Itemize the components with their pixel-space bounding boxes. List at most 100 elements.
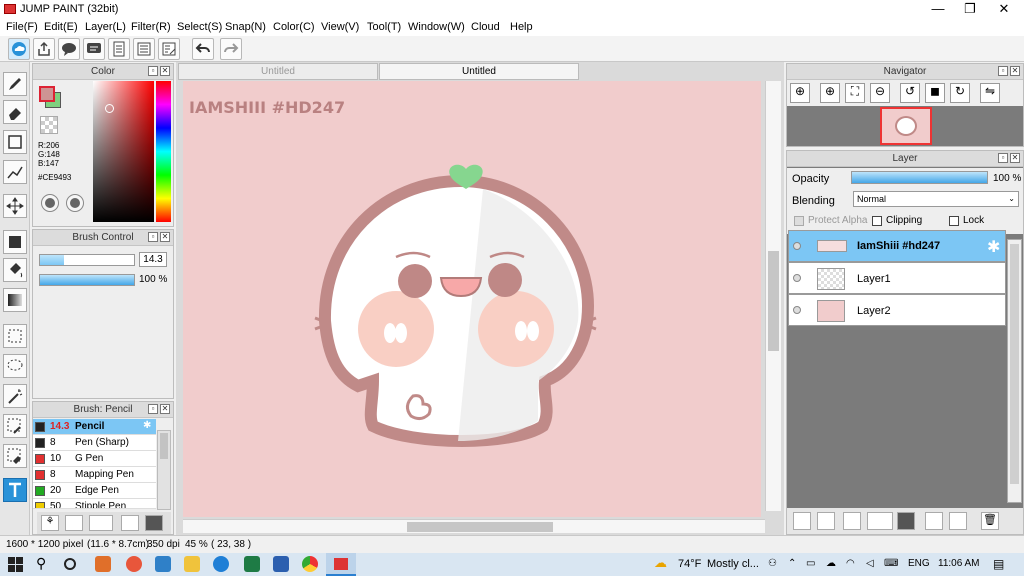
vertical-scrollbar-thumb[interactable] [768,251,779,351]
cloud-button[interactable] [8,38,30,60]
task-view-icon[interactable] [64,558,76,570]
brush-item-pen-sharp[interactable]: 8 Pen (Sharp) [33,435,156,451]
move-tool[interactable] [3,194,27,218]
rotate-left-icon[interactable]: ↺ [900,83,920,103]
menu-cloud[interactable]: Cloud [471,21,500,33]
close-icon[interactable]: ✕ [160,232,170,242]
menu-view[interactable]: View(V) [321,21,359,33]
list-button[interactable] [133,38,155,60]
text-tool[interactable] [3,478,27,502]
fit-screen-icon[interactable]: ⛶ [845,83,865,103]
chat-button[interactable] [83,38,105,60]
windows-start-icon[interactable] [8,557,23,572]
brush-item-pencil[interactable]: 14.3 Pencil ✱ [33,419,156,435]
visibility-icon[interactable] [793,242,801,250]
lock-checkbox[interactable] [949,216,959,226]
menu-filter[interactable]: Filter(R) [131,21,171,33]
select-rect-tool[interactable] [3,324,27,348]
clipping-checkbox[interactable] [872,216,882,226]
file-explorer-icon[interactable] [184,556,200,572]
visibility-icon[interactable] [793,306,801,314]
fill-rect-tool[interactable] [3,230,27,254]
new-layer-icon[interactable] [793,512,811,530]
weather-temperature[interactable]: 74°F [678,558,701,570]
menu-edit[interactable]: Edit(E) [44,21,78,33]
new-brush-icon[interactable] [65,515,83,531]
brush-size-slider[interactable] [39,254,135,266]
bucket-tool[interactable] [3,258,27,282]
gear-icon[interactable]: ✱ [987,237,1000,257]
transparent-swatch[interactable] [40,116,58,134]
vertical-scrollbar[interactable] [765,81,781,511]
menu-select[interactable]: Select(S) [177,21,222,33]
close-icon[interactable]: ✕ [160,66,170,76]
menu-color[interactable]: Color(C) [273,21,315,33]
brush-folder-icon[interactable] [145,515,163,531]
copy-brush-icon[interactable] [121,515,139,531]
rotate-right-icon[interactable]: ↻ [950,83,970,103]
brush-opacity-slider[interactable] [39,274,135,286]
scrollbar-thumb[interactable] [160,433,168,459]
brush-menu-icon[interactable] [89,515,113,531]
share-button[interactable] [33,38,55,60]
blending-select[interactable]: Normal ⌄ [853,191,1019,207]
select-pen-tool[interactable] [3,414,27,438]
layer-scrollbar-thumb[interactable] [1010,244,1019,484]
layer-row-layer1[interactable]: Layer1 [788,262,1006,294]
foreground-color-swatch[interactable] [39,86,55,102]
zoom-in-icon[interactable]: ⊕ [790,83,810,103]
select-eraser-tool[interactable] [3,444,27,468]
keyboard-icon[interactable]: ⌨ [884,558,898,569]
menu-file[interactable]: File(F) [6,21,38,33]
protect-alpha-checkbox[interactable] [794,216,804,226]
brush-tool[interactable] [3,72,27,96]
visibility-icon[interactable] [793,274,801,282]
close-icon[interactable]: ✕ [1010,66,1020,76]
layer-list-scrollbar[interactable] [1007,239,1022,503]
eyedropper-button[interactable] [66,194,84,212]
powerpoint-taskbar-icon[interactable] [95,556,111,572]
menu-snap[interactable]: Snap(N) [225,21,266,33]
chevron-up-icon[interactable]: ⌃ [788,558,796,569]
horizontal-scrollbar-thumb[interactable] [407,522,553,532]
new-raster-layer-icon[interactable] [817,512,835,530]
close-icon[interactable]: ✕ [1010,153,1020,163]
palette-button[interactable] [41,194,59,212]
reset-view-icon[interactable]: ◼ [925,83,945,103]
horizontal-scrollbar[interactable] [183,519,765,533]
gradient-tool[interactable] [3,288,27,312]
menu-tool[interactable]: Tool(T) [367,21,401,33]
close-icon[interactable]: ✕ [160,404,170,414]
brush-item-edge-pen[interactable]: 20 Edge Pen [33,483,156,499]
float-icon[interactable]: ▫ [148,66,158,76]
comment-button[interactable] [58,38,80,60]
brush-item-g-pen[interactable]: 10 G Pen [33,451,156,467]
zoom-out-icon[interactable]: ⊖ [870,83,890,103]
brush-item-stipple-pen[interactable]: 50 Stipple Pen [33,499,156,509]
new-text-layer-icon[interactable] [843,512,861,530]
float-icon[interactable]: ▫ [998,66,1008,76]
weather-description[interactable]: Mostly cl... [707,558,759,570]
navigator-preview-area[interactable] [787,106,1023,146]
float-icon[interactable]: ▫ [998,153,1008,163]
cloud-sync-icon[interactable]: ☁ [826,558,836,569]
volume-icon[interactable]: ◁ [866,558,874,569]
brush-size-value[interactable]: 14.3 [139,252,167,267]
trash-icon[interactable]: 🗑 [981,512,999,530]
weather-icon[interactable]: ☁ [654,555,667,571]
float-icon[interactable]: ▫ [148,404,158,414]
menu-help[interactable]: Help [510,21,533,33]
edge-taskbar-icon[interactable] [213,556,229,572]
gear-icon[interactable]: ✱ [143,420,151,431]
add-layer-menu-icon[interactable] [867,512,893,530]
menu-window[interactable]: Window(W) [408,21,465,33]
magic-wand-tool[interactable] [3,384,27,408]
zoom-plus-icon[interactable]: ⊕ [820,83,840,103]
people-icon[interactable]: ⚇ [768,558,777,569]
wifi-icon[interactable]: ◠ [846,558,855,569]
hue-slider[interactable] [156,81,171,222]
lasso-tool[interactable] [3,354,27,378]
excel-taskbar-icon[interactable] [244,556,260,572]
word-taskbar-icon[interactable] [273,556,289,572]
language-indicator[interactable]: ENG [908,558,930,569]
